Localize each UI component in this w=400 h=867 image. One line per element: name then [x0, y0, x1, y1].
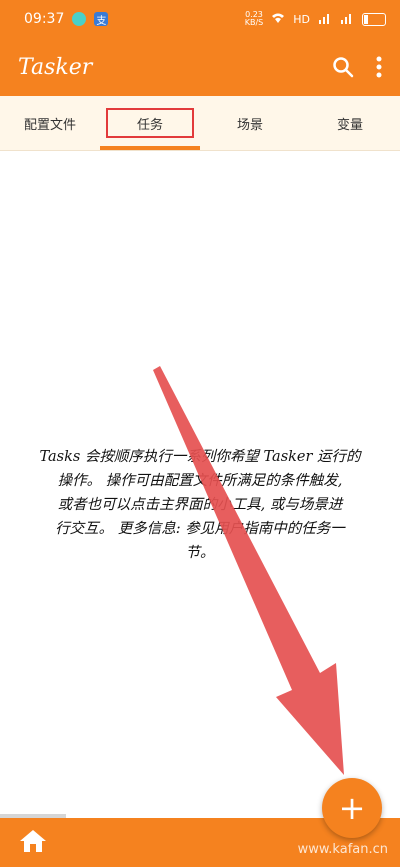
empty-state-line: 操作。 操作可由配置文件所满足的条件触发,: [57, 473, 343, 489]
app-title: Tasker: [18, 54, 93, 80]
highlight-box: [106, 108, 194, 138]
tab-active-indicator: [100, 146, 200, 150]
more-options-icon[interactable]: [376, 56, 382, 78]
tab-bar: 配置文件 任务 场景 变量: [0, 96, 400, 151]
tab-label: 配置文件: [23, 117, 76, 133]
empty-state-text: Tasks 会按顺序执行一系列你希望 Tasker 运行的 操作。 操作可由配置…: [0, 445, 400, 565]
app-bar: Tasker: [0, 38, 400, 96]
tab-label: 场景: [236, 117, 263, 133]
battery-icon: [362, 12, 386, 26]
alipay-icon: 支: [94, 12, 109, 27]
empty-state-line: 行交互。 更多信息: 参见用户指南中的任务一: [55, 521, 345, 537]
app-notification-icon: [72, 12, 87, 26]
empty-state-line: 或者也可以点击主界面的小工具, 或与场景进: [57, 497, 343, 513]
add-task-button[interactable]: +: [322, 778, 382, 838]
empty-state-line: Tasks 会按顺序执行一系列你希望 Tasker 运行的: [39, 449, 361, 465]
watermark: www.kafan.cn: [297, 842, 388, 857]
home-icon[interactable]: [18, 828, 48, 858]
network-speed: 0.23 KB/S: [245, 11, 264, 27]
network-speed-unit: KB/S: [244, 18, 264, 27]
status-time: 09:37: [24, 11, 65, 27]
tab-label: 变量: [336, 117, 363, 133]
empty-state-line: 节。: [185, 545, 215, 561]
tab-scenes[interactable]: 场景: [200, 96, 300, 150]
tab-variables[interactable]: 变量: [300, 96, 400, 150]
wifi-icon: [271, 12, 285, 27]
search-icon[interactable]: [332, 56, 354, 78]
tab-tasks[interactable]: 任务: [100, 96, 200, 150]
status-bar: 09:37 支 0.23 KB/S HD: [0, 0, 400, 38]
network-type-label: HD: [293, 12, 310, 26]
signal-icon: [318, 12, 332, 27]
tab-profiles[interactable]: 配置文件: [0, 96, 100, 150]
signal-icon-2: [340, 12, 354, 27]
